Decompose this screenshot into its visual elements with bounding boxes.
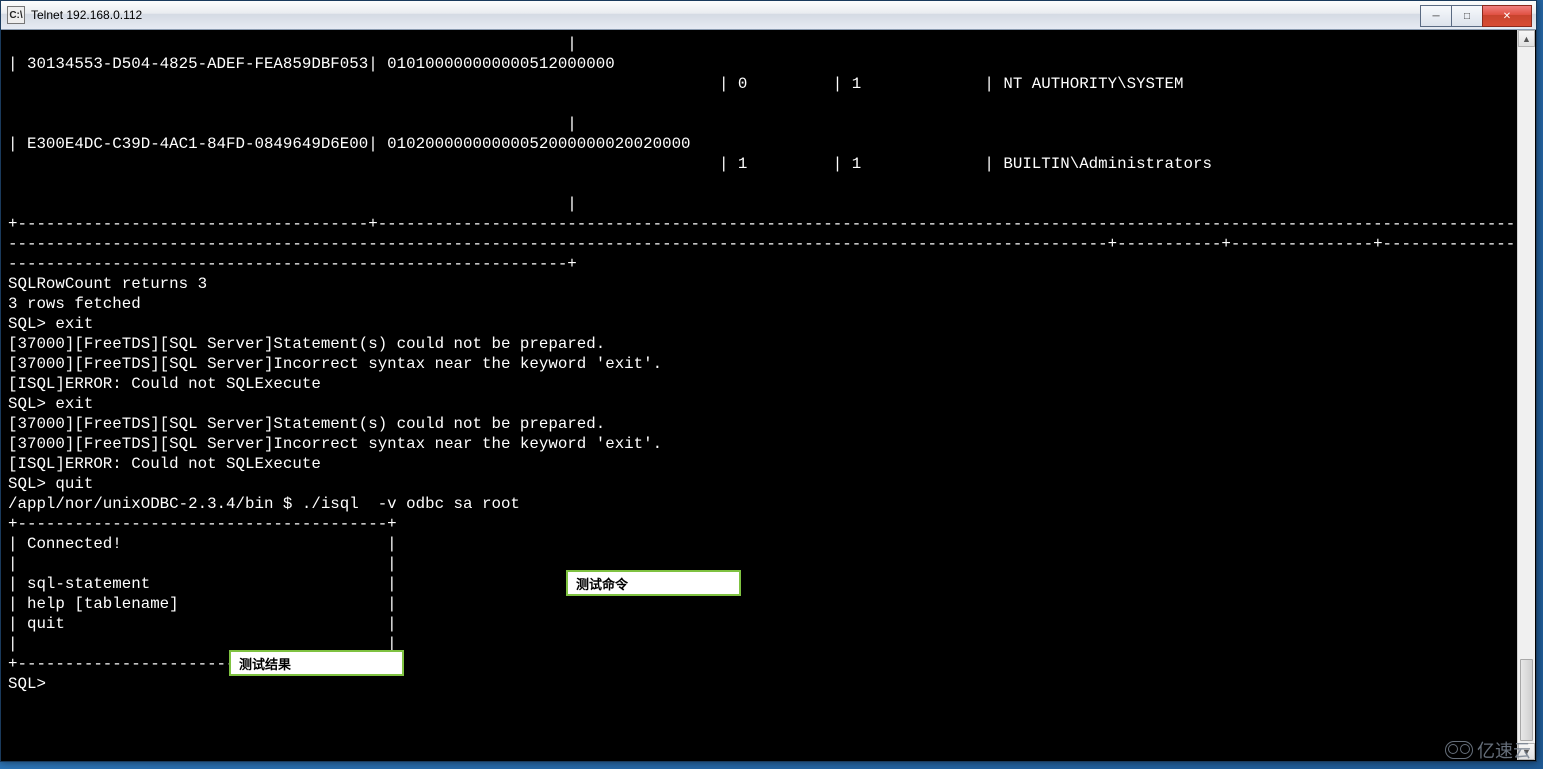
annotation-test-command-label: 测试命令 — [576, 574, 628, 593]
maximize-button[interactable]: □ — [1451, 5, 1483, 27]
close-icon: ✕ — [1503, 11, 1511, 22]
annotation-test-command: 测试命令 — [566, 570, 741, 596]
app-icon: C:\ — [7, 6, 25, 24]
scroll-up-button[interactable]: ▲ — [1518, 30, 1535, 47]
watermark: 亿速云 — [1445, 737, 1531, 763]
titlebar[interactable]: C:\ Telnet 192.168.0.112 ─ □ ✕ — [1, 1, 1536, 30]
minimize-button[interactable]: ─ — [1420, 5, 1452, 27]
window-controls: ─ □ ✕ — [1421, 5, 1532, 25]
scroll-track[interactable] — [1518, 47, 1535, 743]
window-title: Telnet 192.168.0.112 — [31, 8, 1421, 22]
annotation-test-result-label: 测试结果 — [239, 654, 291, 673]
annotation-test-result: 测试结果 — [229, 650, 404, 676]
telnet-window: C:\ Telnet 192.168.0.112 ─ □ ✕ | | 30134… — [0, 0, 1537, 762]
watermark-text: 亿速云 — [1477, 737, 1531, 763]
maximize-icon: □ — [1464, 11, 1470, 22]
scroll-thumb[interactable] — [1520, 659, 1533, 741]
minimize-icon: ─ — [1432, 11, 1439, 22]
chevron-up-icon: ▲ — [1522, 34, 1531, 44]
watermark-logo-icon — [1445, 741, 1473, 759]
close-button[interactable]: ✕ — [1482, 5, 1532, 27]
terminal-output: | | 30134553-D504-4825-ADEF-FEA859DBF053… — [2, 30, 1535, 694]
vertical-scrollbar[interactable]: ▲ ▼ — [1517, 30, 1535, 760]
app-icon-label: C:\ — [9, 10, 22, 21]
